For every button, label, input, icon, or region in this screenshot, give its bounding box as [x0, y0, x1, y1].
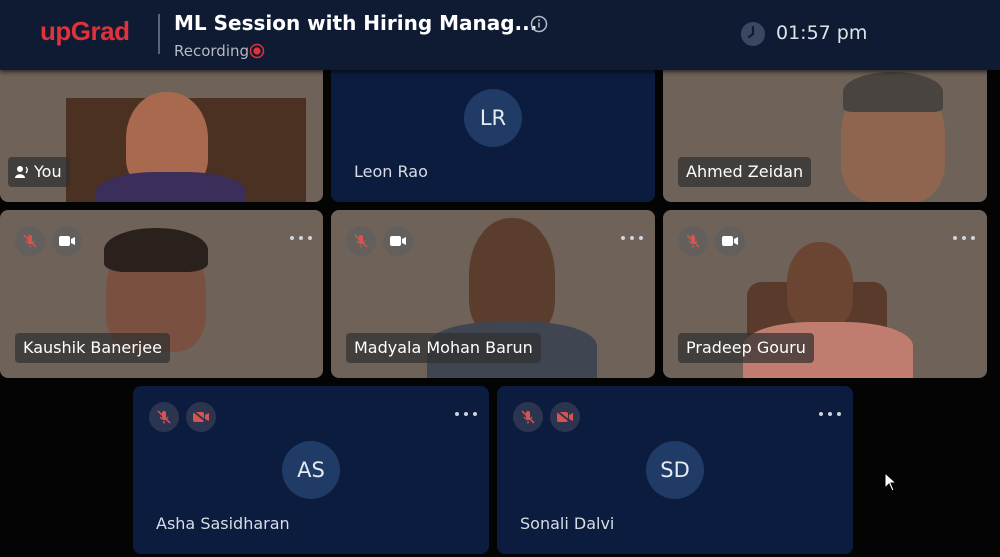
more-options-icon[interactable] [290, 236, 312, 242]
participant-tile-kaushik-banerjee[interactable]: Kaushik Banerjee [0, 210, 323, 378]
mic-muted-icon [686, 234, 700, 248]
participant-name-badge: Pradeep Gouru [678, 333, 814, 363]
participant-name-badge: Ahmed Zeidan [678, 157, 812, 187]
participant-avatar: AS [282, 441, 340, 499]
info-icon[interactable] [530, 15, 548, 33]
participant-tile-asha-sasidharan[interactable]: AS Asha Sasidharan [133, 386, 489, 554]
upgrad-logo: upGrad [40, 16, 130, 46]
more-options-icon[interactable] [953, 236, 975, 242]
mic-muted-button[interactable] [678, 226, 708, 256]
participant-name: Sonali Dalvi [520, 514, 615, 533]
participant-tile-pradeep-gouru[interactable]: Pradeep Gouru [663, 210, 987, 378]
camera-off-button[interactable] [186, 402, 216, 432]
participant-name-badge: Kaushik Banerjee [15, 333, 170, 363]
more-options-icon[interactable] [455, 412, 477, 418]
camera-icon [722, 236, 738, 246]
participant-name-badge: You [8, 157, 70, 187]
mouse-cursor-icon [884, 472, 898, 492]
camera-button[interactable] [52, 226, 82, 256]
mic-muted-button[interactable] [149, 402, 179, 432]
recording-status: Recording [174, 42, 250, 60]
participant-shirt [96, 172, 246, 202]
participant-tile-ahmed-zeidan[interactable]: Ahmed Zeidan [663, 62, 987, 202]
participant-avatar: LR [464, 89, 522, 147]
participant-tile-sonali-dalvi[interactable]: SD Sonali Dalvi [497, 386, 853, 554]
participant-name: Asha Sasidharan [156, 514, 290, 533]
camera-off-button[interactable] [550, 402, 580, 432]
participant-name: Leon Rao [354, 162, 428, 181]
camera-icon [390, 236, 406, 246]
participant-name: You [34, 162, 62, 181]
mic-muted-button[interactable] [15, 226, 45, 256]
camera-off-icon [192, 410, 209, 424]
header-divider [158, 14, 160, 54]
speaker-icon [15, 166, 28, 178]
mic-muted-icon [521, 410, 535, 424]
camera-icon [59, 236, 75, 246]
camera-button[interactable] [715, 226, 745, 256]
participant-tile-leon-rao[interactable]: LR Leon Rao [331, 62, 655, 202]
mic-muted-button[interactable] [513, 402, 543, 432]
mic-muted-icon [23, 234, 37, 248]
session-title: ML Session with Hiring Manag... [174, 11, 538, 35]
more-options-icon[interactable] [621, 236, 643, 242]
mic-muted-icon [157, 410, 171, 424]
participant-hair [104, 228, 208, 272]
participant-tile-madyala-mohan-barun[interactable]: Madyala Mohan Barun [331, 210, 655, 378]
meeting-header: upGrad ML Session with Hiring Manag... R… [0, 0, 1000, 70]
participant-avatar: SD [646, 441, 704, 499]
more-options-icon[interactable] [819, 412, 841, 418]
participant-video [469, 218, 555, 336]
participant-name-badge: Madyala Mohan Barun [346, 333, 541, 363]
participant-tile-you[interactable]: You [0, 62, 323, 202]
clock-icon [741, 22, 765, 46]
camera-button[interactable] [383, 226, 413, 256]
mic-muted-button[interactable] [346, 226, 376, 256]
participant-hair [843, 72, 943, 112]
session-clock: 01:57 pm [776, 22, 868, 44]
mic-muted-icon [354, 234, 368, 248]
camera-off-icon [556, 410, 573, 424]
participant-video [787, 242, 853, 326]
recording-indicator-icon [249, 43, 265, 59]
